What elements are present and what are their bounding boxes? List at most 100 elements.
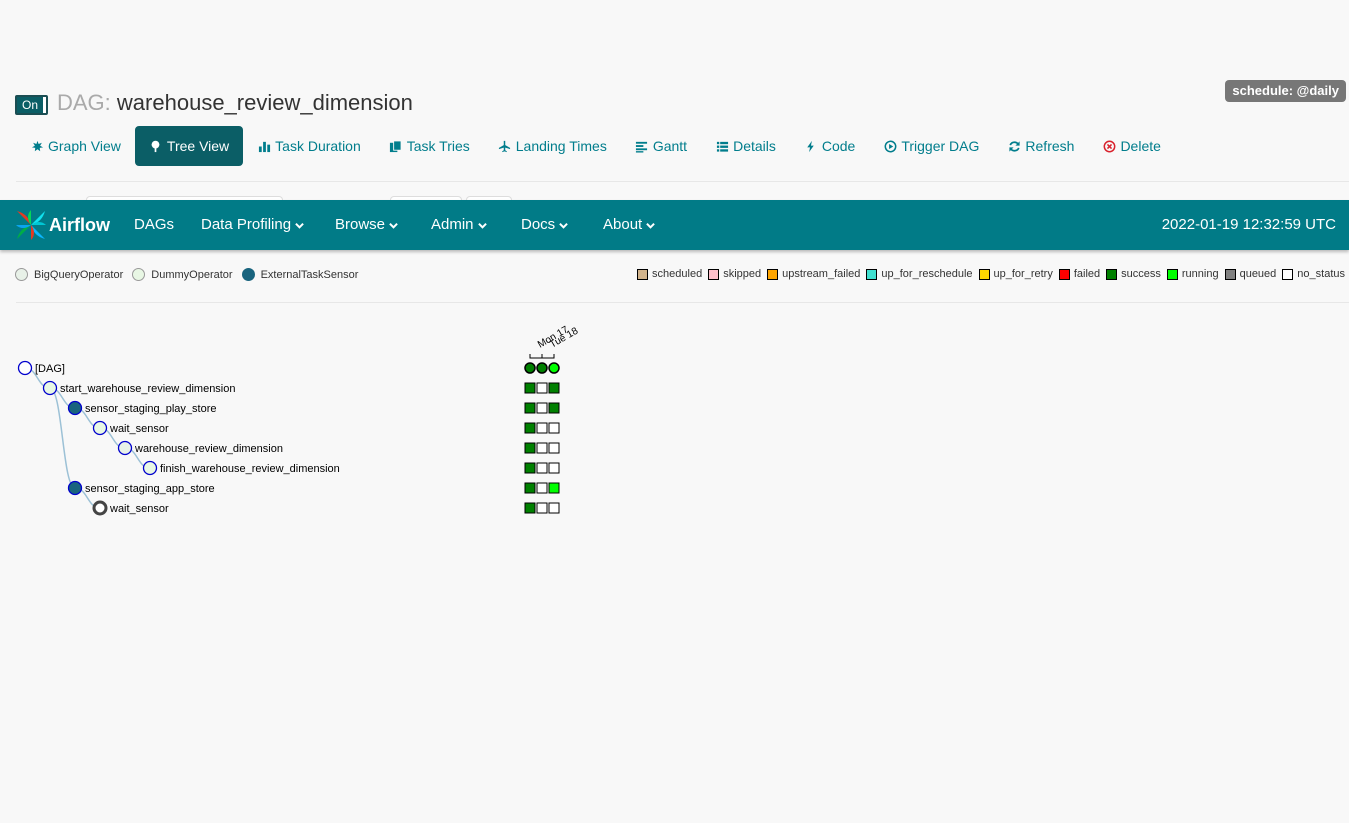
task-instance-square[interactable]: [524, 402, 536, 414]
dag-run-circle[interactable]: [524, 362, 536, 374]
tree-node[interactable]: [117, 440, 133, 456]
tab-code[interactable]: Code: [790, 126, 869, 166]
state-swatch: [978, 268, 990, 280]
dag-run-circle[interactable]: [536, 362, 548, 374]
tab-label: Task Duration: [275, 138, 361, 154]
task-instance-square[interactable]: [548, 442, 560, 454]
tab-graph-view[interactable]: Graph View: [16, 126, 135, 166]
align-left-icon: [635, 139, 649, 153]
state-label: upstream_failed: [782, 268, 861, 280]
task-instance-square[interactable]: [548, 402, 560, 414]
tab-task-duration[interactable]: Task Duration: [243, 126, 375, 166]
operator-legend-item: DummyOperator: [132, 268, 233, 281]
state-legend-item: up_for_retry: [978, 268, 1053, 280]
task-instance-square[interactable]: [524, 442, 536, 454]
task-instance-square[interactable]: [536, 462, 548, 474]
operator-legend-item: ExternalTaskSensor: [241, 268, 358, 281]
task-instance-square[interactable]: [536, 382, 548, 394]
task-instance-square[interactable]: [524, 382, 536, 394]
nav-label: About: [603, 216, 643, 233]
nav-label: Docs: [521, 216, 556, 233]
date-axis-ticks: [529, 354, 555, 359]
play-circle-icon: [883, 139, 897, 153]
dag-on-off-toggle[interactable]: On: [15, 95, 48, 115]
task-label[interactable]: sensor_staging_app_store: [85, 483, 215, 495]
task-label[interactable]: finish_warehouse_review_dimension: [160, 463, 340, 475]
tree-node[interactable]: [92, 420, 108, 436]
tab-landing-times[interactable]: Landing Times: [484, 126, 621, 166]
state-legend-item: running: [1166, 268, 1219, 280]
state-legend: scheduled skipped upstream_failed up_for…: [631, 268, 1345, 280]
task-instance-square[interactable]: [536, 502, 548, 514]
dag-view-tabs: Graph View Tree View Task Duration Task …: [16, 126, 1175, 166]
tab-label: Refresh: [1025, 138, 1075, 154]
tree-node[interactable]: [142, 460, 158, 476]
utc-clock: 2022-01-19 12:32:59 UTC: [1161, 216, 1336, 233]
brand-name: Airflow: [49, 214, 110, 235]
task-instance-square[interactable]: [536, 482, 548, 494]
task-label[interactable]: sensor_staging_play_store: [85, 403, 216, 415]
nav-about[interactable]: About: [603, 200, 656, 250]
dag-run-circle[interactable]: [548, 362, 560, 374]
task-instance-square[interactable]: [524, 462, 536, 474]
remove-circle-icon: [1102, 139, 1116, 153]
nav-dags[interactable]: DAGs: [134, 200, 174, 250]
state-label: queued: [1239, 268, 1277, 280]
tree-node[interactable]: [17, 360, 33, 376]
bar-chart-icon: [257, 139, 271, 153]
state-swatch: [637, 268, 649, 280]
tree-node-collapsed[interactable]: [92, 500, 108, 516]
nav-label: DAGs: [134, 216, 175, 233]
legend-divider: [16, 302, 1349, 303]
task-label[interactable]: [DAG]: [35, 363, 65, 375]
state-legend-item: skipped: [708, 268, 761, 280]
tab-trigger-dag[interactable]: Trigger DAG: [869, 126, 993, 166]
dag-id: warehouse_review_dimension: [116, 90, 413, 115]
chevron-down-icon: [389, 222, 398, 229]
task-label[interactable]: wait_sensor: [109, 423, 169, 435]
task-label[interactable]: warehouse_review_dimension: [134, 443, 283, 455]
nav-admin[interactable]: Admin: [431, 200, 487, 250]
task-instance-square[interactable]: [548, 422, 560, 434]
tree-node[interactable]: [67, 400, 83, 416]
nav-label: Browse: [335, 216, 386, 233]
task-instance-square[interactable]: [548, 482, 560, 494]
nav-browse[interactable]: Browse: [335, 200, 398, 250]
task-instance-square[interactable]: [536, 442, 548, 454]
tree-node[interactable]: [42, 380, 58, 396]
state-legend-item: queued: [1224, 268, 1277, 280]
task-instance-square[interactable]: [524, 422, 536, 434]
tab-refresh[interactable]: Refresh: [993, 126, 1088, 166]
task-instance-square[interactable]: [524, 482, 536, 494]
nav-data-profiling[interactable]: Data Profiling: [201, 200, 304, 250]
page-title: DAG: warehouse_review_dimension: [57, 90, 413, 116]
tab-details[interactable]: Details: [701, 126, 790, 166]
list-icon: [715, 139, 729, 153]
task-instance-square[interactable]: [548, 502, 560, 514]
state-label: failed: [1073, 268, 1101, 280]
tab-tree-view[interactable]: Tree View: [134, 126, 244, 166]
operator-label: BigQueryOperator: [34, 268, 124, 281]
airflow-brand[interactable]: Airflow: [14, 208, 110, 242]
tab-task-tries[interactable]: Task Tries: [375, 126, 484, 166]
operator-color-dot: [241, 268, 255, 281]
task-instance-square[interactable]: [524, 502, 536, 514]
state-swatch: [1166, 268, 1178, 280]
airflow-logo-icon: [16, 210, 46, 240]
tab-gantt[interactable]: Gantt: [621, 126, 701, 166]
tree-node[interactable]: [67, 480, 83, 496]
state-swatch: [1106, 268, 1118, 280]
nav-docs[interactable]: Docs: [521, 200, 568, 250]
task-label[interactable]: wait_sensor: [109, 503, 169, 515]
state-label: success: [1121, 268, 1161, 280]
tab-delete[interactable]: Delete: [1088, 126, 1174, 166]
state-label: running: [1181, 268, 1219, 280]
tab-label: Trigger DAG: [901, 138, 980, 154]
task-instance-square[interactable]: [536, 402, 548, 414]
task-label[interactable]: start_warehouse_review_dimension: [60, 383, 235, 395]
task-instance-square[interactable]: [548, 462, 560, 474]
task-instance-square[interactable]: [536, 422, 548, 434]
operator-color-dot: [15, 268, 28, 281]
chevron-down-icon: [477, 222, 487, 229]
task-instance-square[interactable]: [548, 382, 560, 394]
